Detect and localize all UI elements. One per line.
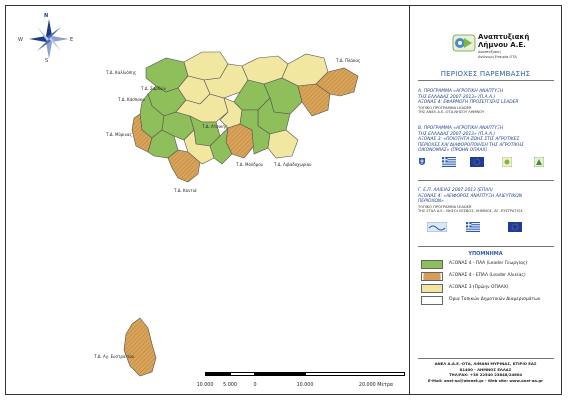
epal-logo-icon [427, 222, 447, 232]
greek-emblem-icon [419, 158, 425, 165]
map-label: Τ.Δ. Κοντιά [173, 188, 197, 193]
north-arrow-icon [29, 19, 69, 59]
legend-swatch-white [421, 296, 443, 305]
legend-label: ΑΞΟΝΑΣ 3 (Πρώην ΟΠΑΑΧ) [449, 285, 509, 290]
agios-efstratios-island[interactable] [123, 317, 157, 377]
programme-c-text: Γ. Ε.Π. ΑΛΙΕΙΑΣ 2007-2013 (ΕΠΑΛ) ΑΞΟΝΑΣ … [418, 188, 523, 205]
compass-w: W [18, 37, 23, 43]
footer-contact: ΑΝΕΛ Α.Α.Ε.-ΟΤΑ, ΛΙΜΑΝΙ ΜΥΡΙΝΑΣ, ΚΤΙΡΙΟ … [410, 361, 561, 383]
eu-flag-icon-2 [508, 222, 522, 232]
legend-swatch-green [421, 260, 443, 269]
eu-flag-icon [470, 157, 484, 167]
programme-a-text: Α. ΠΡΟΓΡΑΜΜΑ «ΑΓΡΟΤΙΚΗ ΑΝΑΠΤΥΞΗ ΤΗΣ ΕΛΛΑ… [418, 89, 519, 106]
programme-c: Γ. Ε.Π. ΑΛΙΕΙΑΣ 2007-2013 (ΕΠΑΛ) ΑΞΟΝΑΣ … [418, 183, 558, 218]
legend-title: ΥΠΟΜΝΗΜΑ [468, 251, 503, 257]
scale-label: 10.000 [296, 383, 314, 388]
scale-label: 10.000 [196, 383, 214, 388]
map-label: Τ.Δ. Ατσικής [201, 124, 227, 129]
legend-swatch-yellow [421, 284, 443, 293]
compass-e: E [70, 37, 74, 43]
map-canvas[interactable]: Τ.Δ. Καλλιόπης Τ.Δ. Κάσπακα Τ.Δ. Σαρδών … [6, 6, 409, 394]
programme-a: Α. ΠΡΟΓΡΑΜΜΑ «ΑΓΡΟΤΙΚΗ ΑΝΑΠΤΥΞΗ ΤΗΣ ΕΛΛΑ… [418, 84, 558, 119]
scale-segment [305, 372, 405, 376]
programme-b: Β. ΠΡΟΓΡΑΜΜΑ «ΑΓΡΟΤΙΚΗ ΑΝΑΠΤΥΞΗ ΤΗΣ ΕΛΛΑ… [418, 121, 558, 153]
map-label: Τ.Δ. Πλάκας [335, 58, 360, 63]
programme-logo-icon [502, 157, 512, 167]
map-label: Τ.Δ. Κάσπακα [117, 97, 145, 102]
map-label: Τ.Δ. Αγ. Ευστρατίου [93, 354, 135, 359]
greek-flag-icon [442, 157, 456, 167]
programme-b-text: Β. ΠΡΟΓΡΑΜΜΑ «ΑΓΡΟΤΙΚΗ ΑΝΑΠΤΥΞΗ ΤΗΣ ΕΛΛΑ… [418, 126, 524, 154]
legend-rule [418, 246, 554, 247]
scale-bar [205, 372, 406, 377]
leader-logo-icon [534, 157, 544, 167]
legend-label: Όρια Τοπικών Δημοτικών Διαμερισμάτων [449, 297, 541, 302]
map-label: Τ.Δ. Σαρδών [140, 86, 166, 91]
legend-swatch-hatch [421, 272, 443, 281]
scale-label: 20.000 Μέτρα [358, 383, 394, 388]
logo-title-line1: Αναπτυξιακή [478, 33, 530, 41]
scale-label: 0 [253, 383, 257, 388]
panel-divider [409, 5, 410, 395]
footer-line: E-Mail: anel-aa@otenet.gr - Web site: ww… [428, 377, 543, 383]
panel-heading: ΠΕΡΙΟΧΕΣ ΠΑΡΕΜΒΑΣΗΣ [440, 70, 531, 78]
heading-rule [418, 80, 554, 81]
map-label: Τ.Δ. Λιβαδοχωρίου [273, 162, 312, 167]
section-rule [418, 180, 554, 181]
footer-rule [418, 358, 554, 359]
greek-flag-icon-2 [466, 222, 480, 232]
anel-logo-icon [452, 34, 476, 52]
map-label: Τ.Δ. Μύρινας [105, 132, 132, 137]
scale-segment [230, 372, 255, 376]
compass-n: N [44, 13, 49, 19]
region-southeast-yellow[interactable] [267, 129, 299, 159]
map-label: Τ.Δ. Καλλιόπης [105, 70, 136, 75]
compass-s: S [45, 58, 49, 64]
legend-label: ΑΞΟΝΑΣ 4 - ΠΑΑ (Leader Γεωργίας) [449, 261, 528, 266]
scale-segment [205, 372, 230, 376]
scale-segment [255, 372, 305, 376]
scale-label: 5.000 [223, 383, 237, 388]
programme-a-small: ΤΟΠΙΚΟ ΠΡΟΓΡΑΜΜΑ LEADER ΤΗΣ ΑΝΕΛ Α.Ε.-ΟΤ… [418, 105, 485, 114]
legend-label: ΑΞΟΝΑΣ 4 - ΕΠΑΛ (Leader Αλιείας) [449, 273, 526, 278]
programme-c-small: ΤΟΠΙΚΟ ΠΡΟΓΡΑΜΜΑ LEADER ΤΗΣ ΣΤΑΛ Α.Ε.: Ν… [418, 204, 523, 213]
logo-title-line2: Λήμνου Α.Ε. [478, 41, 526, 49]
map-label: Τ.Δ. Μούδρου [235, 162, 264, 167]
logo-subtitle: Αναπτυξιακή Ανώνυμη Εταιρία ΟΤΑ [478, 50, 517, 59]
